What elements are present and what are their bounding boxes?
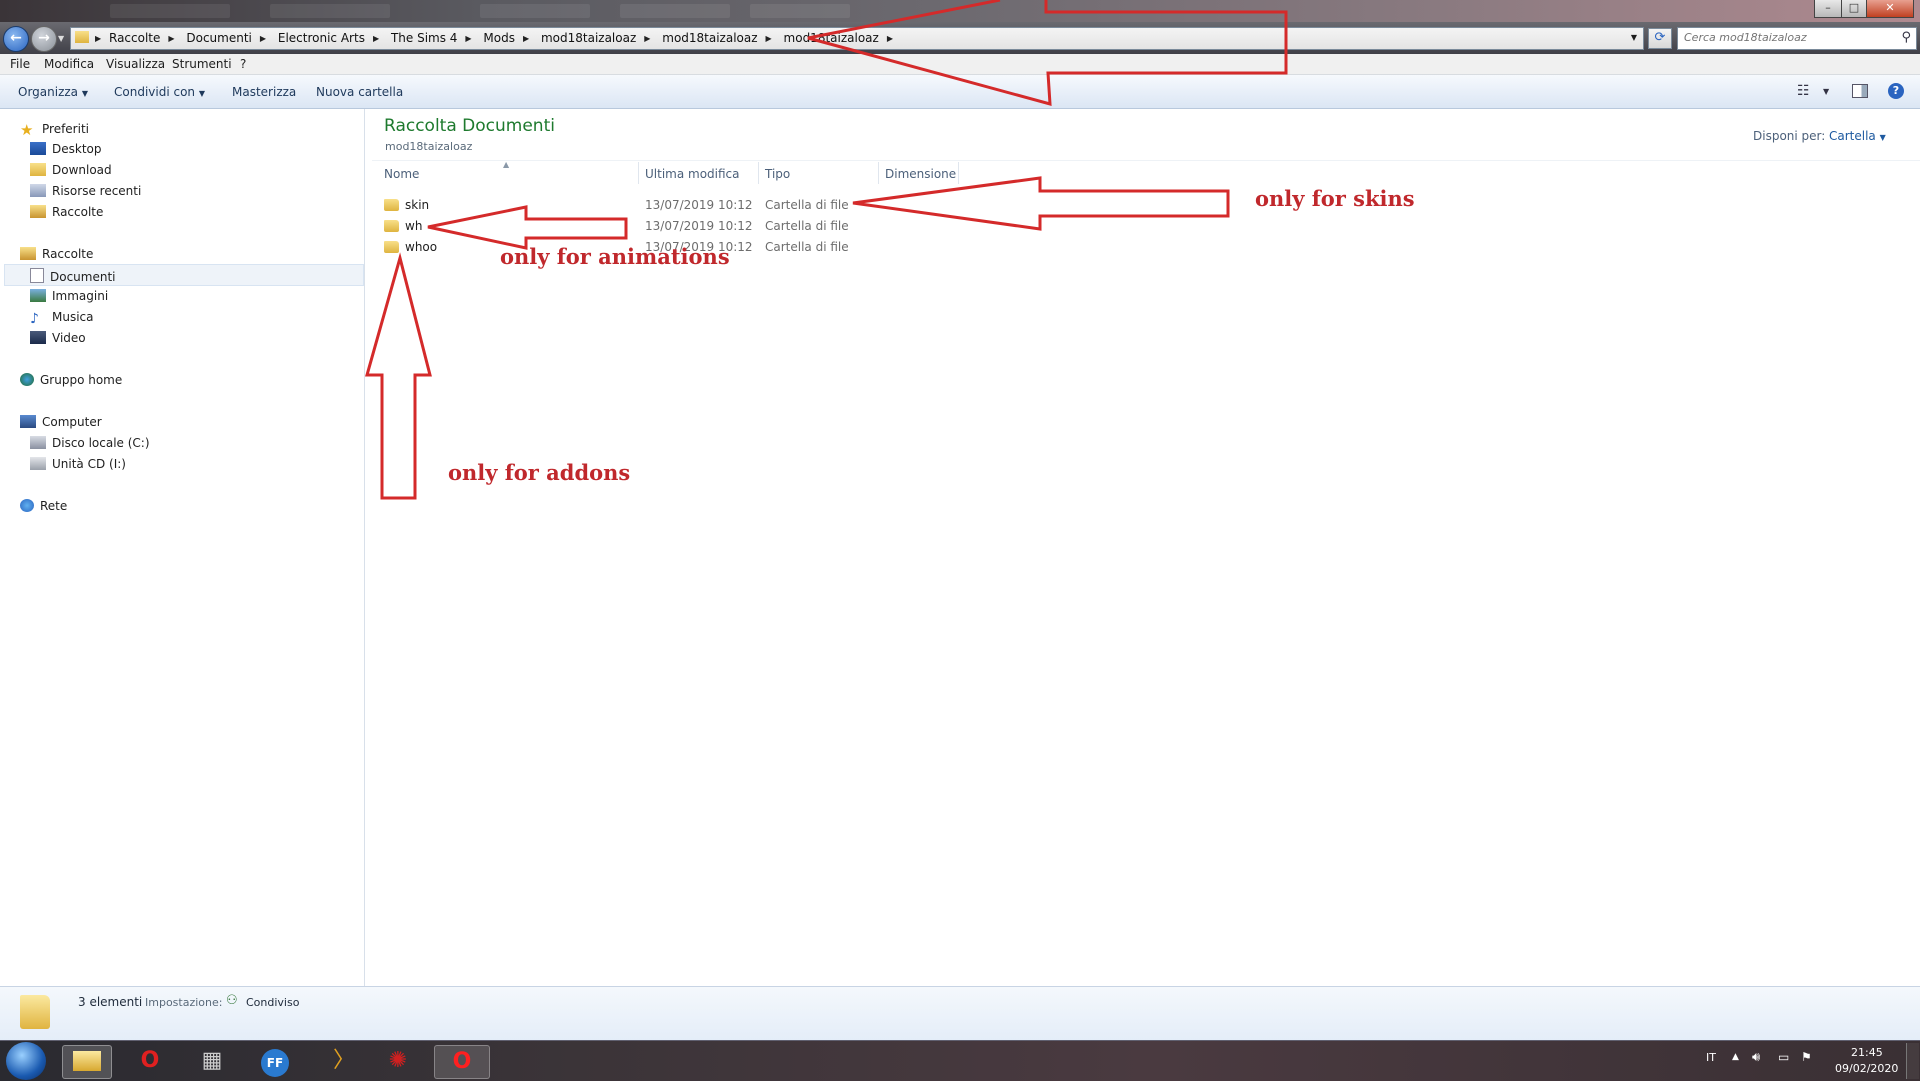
annotation-animations: only for animations: [500, 244, 730, 269]
annotation-addons: only for addons: [448, 460, 631, 485]
annotation-overlay: [365, 0, 1288, 500]
arrow-to-wh: [427, 205, 628, 250]
arrow-to-whoo: [365, 252, 432, 500]
arrow-to-address-bar: [807, 0, 1288, 106]
annotation-skins: only for skins: [1255, 186, 1415, 211]
arrow-to-skin: [852, 176, 1230, 231]
